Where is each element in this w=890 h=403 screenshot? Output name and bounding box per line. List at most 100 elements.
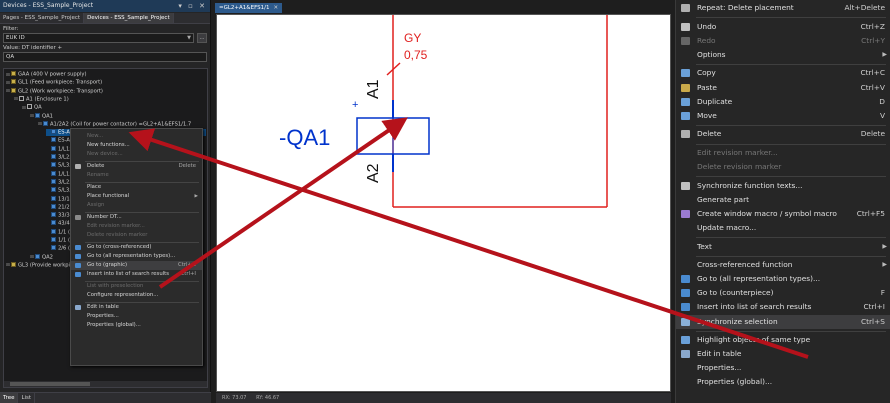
device-icon (51, 129, 56, 135)
menu-separator (696, 255, 886, 257)
large_menu-item-text[interactable]: Text ▶ (676, 240, 890, 254)
small_menu-item-configure-representation[interactable]: Configure representation... (71, 291, 202, 300)
small_menu-item-delete[interactable]: Delete Delete (71, 162, 202, 171)
large_menu-item-properties-global[interactable]: Properties (global)... (676, 375, 890, 389)
large_menu-item-properties[interactable]: Properties... (676, 361, 890, 375)
list-icon (75, 272, 81, 277)
small_menu-item-place[interactable]: Place (71, 183, 202, 192)
small_menu-item-properties-global[interactable]: Properties (global)... (71, 321, 202, 330)
device-icon (51, 154, 56, 159)
shortcut-label: Ctrl+G (178, 262, 196, 268)
large_menu-item-delete[interactable]: Delete Delete (676, 127, 890, 141)
tree-item[interactable]: ⊟ QA (22, 104, 42, 111)
move-icon (681, 111, 690, 120)
large_menu-item-synchronize-function-texts[interactable]: Synchronize function texts... (676, 179, 890, 193)
small_menu-item-assign[interactable]: Assign (71, 201, 202, 210)
large_menu-item-copy[interactable]: Copy Ctrl+C (676, 66, 890, 80)
filter-label: Filter: (3, 26, 19, 32)
small_menu-item-go-to-all-representation-types[interactable]: Go to (all representation types)... (71, 252, 202, 261)
large_menu-item-redo[interactable]: Redo Ctrl+Y (676, 34, 890, 48)
value-label: Value: DT identifier + (3, 45, 63, 51)
small_menu-item-list-with-preselection[interactable]: List with preselection (71, 282, 202, 291)
status-ry: RY: 46.67 (256, 395, 280, 401)
large_menu-item-edit-revision-marker[interactable]: Edit revision marker... (676, 146, 890, 160)
panel-window-controls[interactable]: ▾ ▫ ✕ (178, 0, 207, 12)
schematic-drawing (356, 15, 608, 208)
small_menu-item-new[interactable]: New... (71, 132, 202, 141)
chevron-down-icon: ▼ (187, 35, 191, 41)
device-icon (19, 95, 24, 101)
large_menu-item-create-window-macro-symbol-macro[interactable]: Create window macro / symbol macro Ctrl+F… (676, 207, 890, 221)
large_menu-item-cross-referenced-function[interactable]: Cross-referenced function ▶ (676, 258, 890, 272)
device-icon (27, 104, 32, 110)
tree-item[interactable]: 5/L3; (46, 162, 71, 169)
small_menu-item-edit-in-table[interactable]: Edit in table (71, 303, 202, 312)
search-input[interactable]: QA (3, 52, 207, 62)
tree-item[interactable]: ⊟ QA2 (30, 253, 53, 261)
goto-icon (75, 245, 81, 250)
large_menu-item-repeat-delete-placement[interactable]: Repeat: Delete placement Alt+Delete (676, 1, 890, 15)
large_menu-item-go-to-counterpiece[interactable]: Go to (counterpiece) F (676, 286, 890, 300)
tree-item[interactable]: ⊟ GAA (400 V power supply) (6, 71, 86, 78)
device-icon (51, 220, 56, 226)
tree-context-menu: New... New functions... New device... Delet… (70, 128, 203, 366)
large_menu-item-duplicate[interactable]: Duplicate D (676, 95, 890, 109)
shortcut-label: Ctrl+C (860, 68, 885, 78)
shortcut-label: Ctrl+I (180, 271, 196, 277)
small_menu-item-delete-revision-marker[interactable]: Delete revision marker (71, 231, 202, 240)
small_menu-item-go-to-graphic[interactable]: Go to (graphic) Ctrl+G (71, 261, 202, 270)
tree-item[interactable]: ⊟ A1/2A2 (Coil for power contactor) =GL2+… (38, 120, 191, 128)
small_menu-item-new-device[interactable]: New device... (71, 150, 202, 159)
device-icon (51, 137, 56, 143)
tree-item[interactable]: ⊟ GL1 (Feed workpiece: Transport) (6, 79, 102, 86)
device-icon (51, 187, 56, 193)
tree-item[interactable]: 1/L1; (46, 145, 71, 153)
device-icon (51, 162, 56, 168)
tab-list[interactable]: List (18, 393, 36, 403)
small_menu-item-place-functional[interactable]: Place functional ▶ (71, 192, 202, 201)
large_menu-item-highlight-objects-of-same-type[interactable]: Highlight objects of same type (676, 333, 890, 347)
large_menu-item-options[interactable]: Options ▶ (676, 48, 890, 62)
tree-item[interactable]: ⊟ GL2 (Work workpiece: Transport) (6, 87, 103, 95)
graphic-context-menu: Repeat: Delete placement Alt+Delete Undo Ct… (675, 0, 890, 403)
shortcut-label: Alt+Delete (844, 3, 885, 12)
small_menu-item-number-dt[interactable]: Number DT... (71, 213, 202, 222)
shortcut-label: Ctrl+V (860, 82, 885, 92)
tree-item[interactable]: ⊟ A1 (Enclosure 1) (14, 95, 69, 103)
repeat-icon (681, 4, 690, 12)
small_menu-item-insert-into-list-of-search-results[interactable]: Insert into list of search results Ctrl+I (71, 270, 202, 279)
filter-more-button[interactable]: … (197, 33, 207, 43)
large_menu-item-undo[interactable]: Undo Ctrl+Z (676, 20, 890, 34)
tab-tree[interactable]: Tree (0, 393, 19, 403)
tree-item[interactable]: 3/L2; (46, 154, 71, 161)
small_menu-item-go-to-cross-referenced[interactable]: Go to (cross-referenced) (71, 243, 202, 252)
large_menu-item-update-macro[interactable]: Update macro... (676, 221, 890, 235)
document-tab[interactable]: =GL2+A1&EFS1/1 ✕ (215, 3, 283, 13)
large_menu-item-insert-into-list-of-search-results[interactable]: Insert into list of search results Ctrl+I (676, 300, 890, 314)
small_menu-item-new-functions[interactable]: New functions... (71, 141, 202, 150)
large_menu-item-synchronize-selection[interactable]: Synchronize selection Ctrl+S (676, 314, 890, 329)
tree-item[interactable]: ⊟ QA1 (30, 112, 53, 120)
bottom-tabs: Tree List (0, 392, 211, 403)
panel-title: Devices - ESS_Sample_Project ▾ ▫ ✕ (0, 0, 210, 12)
large_menu-item-move[interactable]: Move V (676, 109, 890, 123)
small_menu-item-rename[interactable]: Rename (71, 171, 202, 180)
tree-item[interactable]: ⊟ GL3 (Provide workpie (6, 261, 73, 269)
large_menu-item-generate-part[interactable]: Generate part (676, 193, 890, 207)
small_menu-item-properties[interactable]: Properties... (71, 312, 202, 321)
large_menu-item-paste[interactable]: Paste Ctrl+V (676, 81, 890, 95)
menu-separator (696, 330, 886, 332)
large_menu-item-delete-revision-marker[interactable]: Delete revision marker (676, 160, 890, 174)
close-icon[interactable]: ✕ (273, 5, 278, 11)
menu-separator (696, 125, 886, 127)
tab-devices[interactable]: Devices - ESS_Sample_Project (84, 13, 174, 23)
large_menu-item-edit-in-table[interactable]: Edit in table (676, 347, 890, 361)
large_menu-item-go-to-all-representation-types[interactable]: Go to (all representation types)... (676, 272, 890, 286)
tab-pages[interactable]: Pages - ESS_Sample_Project (0, 13, 85, 23)
device-icon (51, 203, 56, 209)
schematic-canvas[interactable]: GY 0,75 -QA1 + A1 A2 (216, 14, 671, 392)
tree-horizontal-scrollbar[interactable] (4, 381, 207, 387)
filter-select[interactable]: EUK ID ▼ (3, 33, 194, 43)
small_menu-item-edit-revision-marker[interactable]: Edit revision marker... (71, 222, 202, 231)
menu-separator (696, 17, 886, 19)
